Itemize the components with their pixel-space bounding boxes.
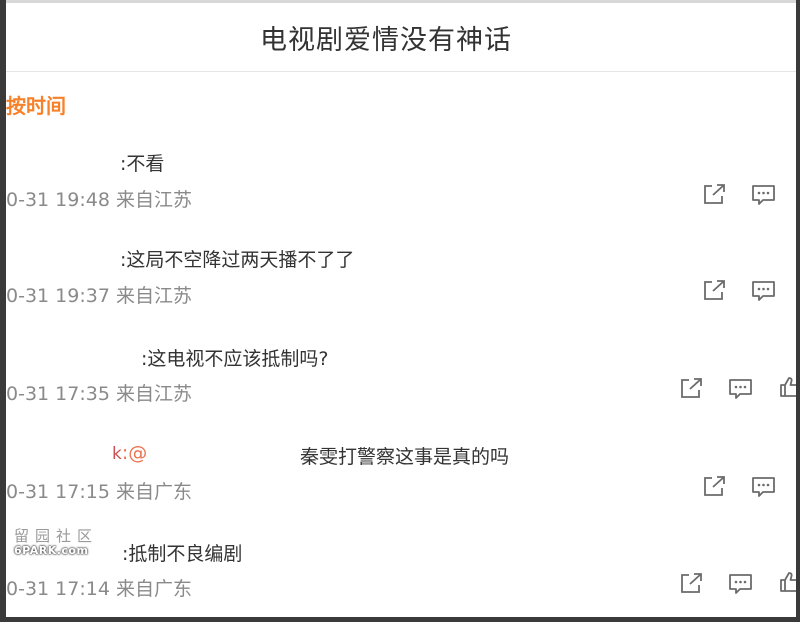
like-icon[interactable]	[778, 570, 796, 594]
comment-text: :抵制不良编剧	[122, 543, 243, 565]
comment-item: :抵制不良编剧 0-31 17:14 来自广东	[6, 536, 796, 634]
comment-meta: 0-31 17:35 来自江苏	[6, 379, 192, 406]
comment-text: 秦雯打警察这事是真的吗	[300, 446, 510, 468]
like-icon[interactable]	[778, 375, 796, 399]
comment-source: 来自广东	[115, 481, 192, 503]
comment-meta: 0-31 19:48 来自江苏	[6, 185, 192, 212]
comment-author-prefix: k:@	[112, 442, 147, 464]
comment-time: 0-31 17:35	[6, 383, 110, 405]
share-icon[interactable]	[702, 278, 728, 302]
comment-item: k:@ 秦雯打警察这事是真的吗 0-31 17:15 来自广东	[6, 439, 796, 537]
watermark-site: 6PARK.com	[14, 544, 89, 557]
share-icon[interactable]	[702, 182, 728, 206]
comment-author-fragment: k	[112, 444, 122, 464]
comment-time: 0-31 17:14	[6, 578, 110, 600]
comment-source: 来自江苏	[115, 189, 192, 211]
comment-time: 0-31 19:48	[6, 189, 110, 211]
comment-time: 0-31 17:15	[6, 481, 110, 503]
comment-icon[interactable]	[751, 183, 777, 207]
comment-meta: 0-31 19:37 来自江苏	[6, 281, 192, 308]
comment-text: :这电视不应该抵制吗?	[141, 348, 329, 370]
comment-source: 来自江苏	[115, 383, 192, 405]
comment-meta: 0-31 17:14 来自广东	[6, 574, 192, 601]
share-icon[interactable]	[679, 571, 705, 595]
comment-text: :不看	[120, 153, 165, 175]
comment-source: 来自江苏	[115, 285, 192, 307]
share-icon[interactable]	[679, 376, 705, 400]
site-watermark: 留园社区 6PARK.com	[14, 525, 100, 557]
comment-meta: 0-31 17:15 来自广东	[6, 477, 192, 504]
page-title: 电视剧爱情没有神话	[260, 24, 512, 56]
comment-time: 0-31 19:37	[6, 285, 110, 307]
sort-by-time-tab[interactable]: 按时间	[6, 90, 66, 119]
comment-icon[interactable]	[728, 572, 754, 596]
comment-icon[interactable]	[751, 279, 777, 303]
comment-item: :这局不空降过两天播不了了 0-31 19:37 来自江苏	[6, 243, 796, 341]
window-right-border	[796, 0, 800, 622]
comment-icon[interactable]	[751, 475, 777, 499]
share-icon[interactable]	[702, 474, 728, 498]
watermark-chars: 留园社区	[14, 527, 99, 545]
comment-text: :这局不空降过两天播不了了	[120, 249, 355, 271]
comment-icon[interactable]	[728, 377, 754, 401]
comment-source: 来自广东	[115, 578, 192, 600]
comment-item: :不看 0-31 19:48 来自江苏	[6, 145, 796, 243]
comment-item: :这电视不应该抵制吗? 0-31 17:35 来自江苏	[6, 342, 796, 440]
comment-mention[interactable]: :@	[122, 442, 147, 464]
page-header: 电视剧爱情没有神话	[6, 3, 796, 72]
